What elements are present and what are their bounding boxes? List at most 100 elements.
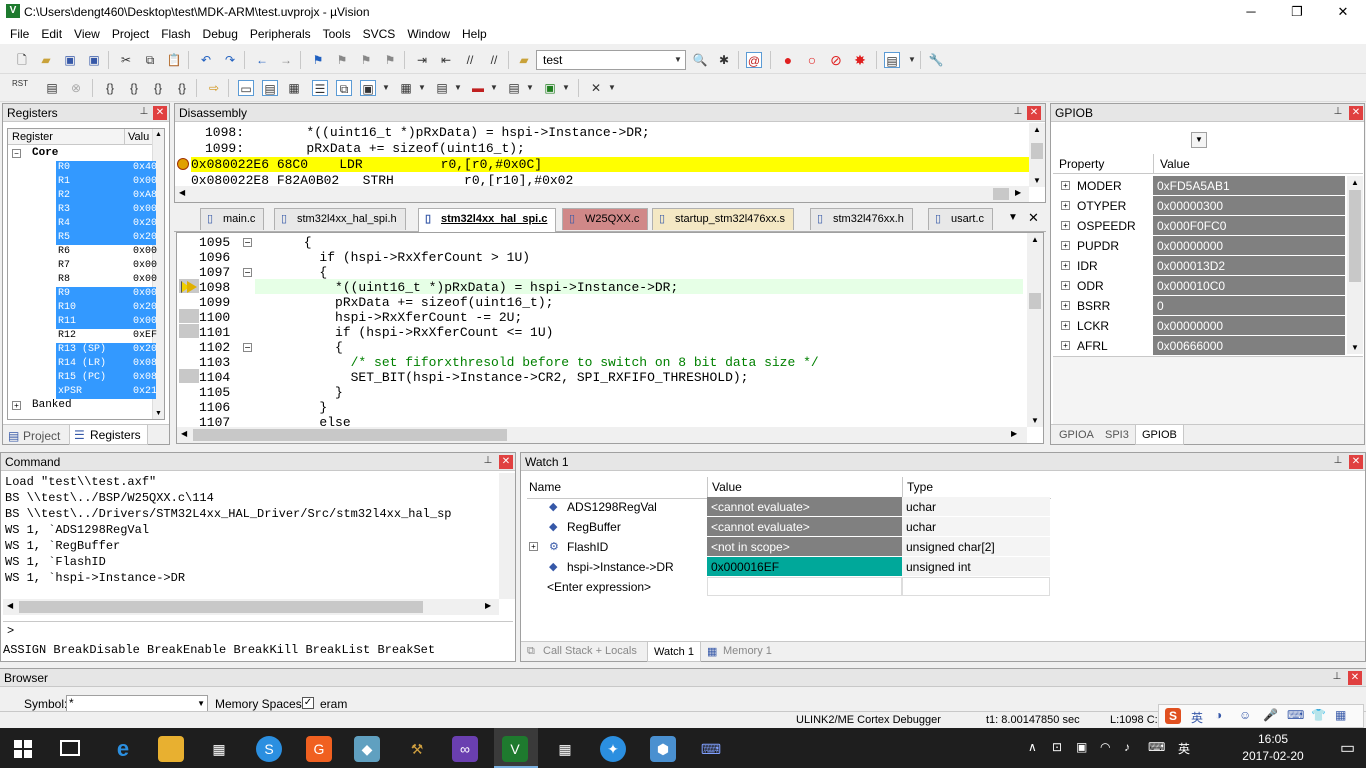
menu-project[interactable]: Project: [106, 24, 155, 44]
keyboard-icon[interactable]: ⌨: [698, 736, 724, 762]
bookmark-icon[interactable]: ⚑: [310, 52, 326, 68]
scroll-thumb[interactable]: [993, 188, 1009, 200]
fold-icon[interactable]: −: [243, 238, 252, 247]
expand-icon[interactable]: +: [1061, 181, 1070, 190]
scroll-up-icon[interactable]: ▲: [1031, 235, 1039, 244]
register-row[interactable]: R10 0x20: [56, 301, 157, 315]
bookmark-clear-icon[interactable]: ⚑: [382, 52, 398, 68]
ime-skin-icon[interactable]: 👕: [1311, 708, 1326, 722]
menu-view[interactable]: View: [68, 24, 106, 44]
enter-expression[interactable]: <Enter expression>: [547, 577, 651, 597]
comment-icon[interactable]: //: [462, 52, 478, 68]
gpio-register-value[interactable]: 0: [1153, 296, 1345, 315]
scroll-right-icon[interactable]: ▶: [485, 601, 491, 610]
chevron-down-icon[interactable]: ▼: [378, 80, 394, 96]
watch-value[interactable]: <cannot evaluate>: [707, 497, 902, 516]
debug-session-icon[interactable]: @: [746, 52, 762, 68]
value-column-header[interactable]: Value: [707, 477, 742, 497]
chevron-down-icon[interactable]: ▼: [1191, 132, 1207, 148]
pin-icon[interactable]: ⊥: [137, 105, 151, 119]
disassembly-window-icon[interactable]: ▤: [262, 80, 278, 96]
notification-icon[interactable]: ▭: [1340, 738, 1355, 758]
chevron-down-icon[interactable]: ▼: [904, 52, 920, 68]
gpio-register-row[interactable]: + OTYPER 0x00000300: [1053, 196, 1347, 216]
close-icon[interactable]: ✕: [499, 455, 513, 469]
expand-icon[interactable]: +: [12, 401, 21, 410]
register-row[interactable]: R12 0xEF: [56, 329, 157, 343]
breakpoint-disable-all-icon[interactable]: ⊘: [828, 52, 844, 68]
scroll-left-icon[interactable]: ◀: [179, 188, 185, 197]
trace-window-icon[interactable]: ▤: [506, 80, 522, 96]
tab-gpioa[interactable]: GPIOA: [1059, 429, 1094, 441]
gpio-register-row[interactable]: + BSRR 0: [1053, 296, 1347, 316]
maximize-button[interactable]: ❐: [1274, 0, 1320, 24]
step-out-icon[interactable]: {}: [150, 80, 166, 96]
reset-icon[interactable]: RST: [12, 80, 28, 96]
type-column-header[interactable]: Type: [902, 477, 933, 497]
register-row[interactable]: R11 0x00: [56, 315, 157, 329]
step-icon[interactable]: {}: [102, 80, 118, 96]
gpio-register-row[interactable]: + IDR 0x000013D2: [1053, 256, 1347, 276]
ime-indicator[interactable]: 英: [1178, 740, 1190, 757]
app-icon[interactable]: ⬢: [650, 736, 676, 762]
network-icon[interactable]: ⊡: [1052, 740, 1062, 754]
tab-gpiob[interactable]: GPIOB: [1135, 425, 1184, 445]
ime-keyboard-icon[interactable]: ⌨: [1287, 708, 1304, 722]
bookmark-next-icon[interactable]: ⚑: [358, 52, 374, 68]
breakpoint-kill-all-icon[interactable]: ✸: [852, 52, 868, 68]
scroll-up-icon[interactable]: ▲: [1351, 178, 1359, 187]
chevron-down-icon[interactable]: ▼: [522, 80, 538, 96]
menu-debug[interactable]: Debug: [197, 24, 244, 44]
scroll-left-icon[interactable]: ◀: [181, 429, 187, 438]
registers-window-icon[interactable]: ☰: [312, 80, 328, 96]
app-icon[interactable]: ◆: [354, 736, 380, 762]
value-column-header[interactable]: Value: [1153, 154, 1190, 174]
menu-edit[interactable]: Edit: [35, 24, 68, 44]
visual-studio-icon[interactable]: ∞: [452, 736, 478, 762]
open-folder-icon[interactable]: ▰: [38, 52, 54, 68]
gpio-register-value[interactable]: 0x000010C0: [1153, 276, 1345, 295]
close-icon[interactable]: ✕: [153, 106, 167, 120]
watch-value[interactable]: <cannot evaluate>: [707, 517, 902, 536]
gpio-register-value[interactable]: 0xFD5A5AB1: [1153, 176, 1345, 195]
start-icon[interactable]: [14, 740, 32, 758]
watch-row[interactable]: ◆ ADS1298RegVal <cannot evaluate> uchar: [527, 497, 1050, 517]
tab-spi3[interactable]: SPI3: [1105, 429, 1129, 441]
value-column-header[interactable]: Valu: [124, 129, 149, 145]
register-row[interactable]: R8 0x00: [56, 273, 157, 287]
collapse-icon[interactable]: −: [12, 149, 21, 158]
expand-icon[interactable]: +: [1061, 301, 1070, 310]
store-icon[interactable]: ▦: [206, 736, 232, 762]
gpio-register-value[interactable]: 0x00000000: [1153, 236, 1345, 255]
command-input[interactable]: >: [3, 621, 513, 639]
minimize-button[interactable]: ─: [1228, 0, 1274, 24]
disasm-vscroll[interactable]: ▲ ▼: [1029, 123, 1045, 187]
ime-language[interactable]: 英: [1191, 709, 1203, 726]
run-to-cursor-icon[interactable]: {}: [174, 80, 190, 96]
paste-icon[interactable]: 📋: [166, 52, 182, 68]
chevron-down-icon[interactable]: ▼: [486, 80, 502, 96]
pin-icon[interactable]: ⊥: [1331, 454, 1345, 468]
watch-value[interactable]: <not in scope>: [707, 537, 902, 556]
symbol-input[interactable]: * ▼: [66, 695, 208, 712]
fold-icon[interactable]: −: [243, 268, 252, 277]
ime-voice-icon[interactable]: 🎤: [1263, 708, 1278, 722]
register-row[interactable]: R0 0x40: [56, 161, 157, 175]
pin-icon[interactable]: ⊥: [481, 454, 495, 468]
undo-icon[interactable]: ↶: [198, 52, 214, 68]
gpio-register-row[interactable]: + ODR 0x000010C0: [1053, 276, 1347, 296]
app-icon[interactable]: ⚒: [404, 736, 430, 762]
register-row[interactable]: R15 (PC) 0x08: [56, 371, 157, 385]
system-viewer-icon[interactable]: ▣: [542, 80, 558, 96]
cut-icon[interactable]: ✂: [118, 52, 134, 68]
menu-help[interactable]: Help: [456, 24, 493, 44]
tab-project[interactable]: ▤ Project: [5, 427, 66, 445]
watch-value[interactable]: 0x000016EF: [707, 557, 902, 576]
tab-main-c[interactable]: ▯ main.c: [200, 208, 265, 230]
scroll-up-icon[interactable]: ▲: [155, 131, 162, 138]
expand-icon[interactable]: +: [1061, 341, 1070, 350]
serial-window-icon[interactable]: ▤: [434, 80, 450, 96]
close-icon[interactable]: ✕: [1349, 455, 1363, 469]
register-row[interactable]: R6 0x00: [56, 245, 157, 259]
tab-usart-c[interactable]: ▯ usart.c: [928, 208, 994, 230]
